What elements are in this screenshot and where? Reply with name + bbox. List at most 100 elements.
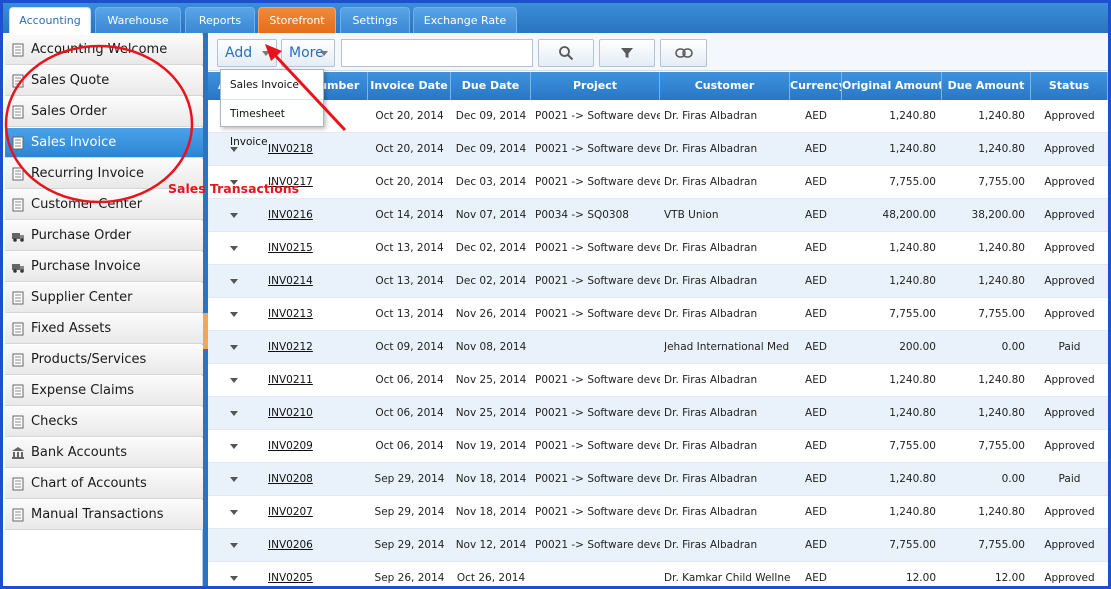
table-row[interactable]: INV0216 Oct 14, 2014 Nov 07, 2014 P0034 -> … <box>208 199 1108 232</box>
expand-row-icon[interactable] <box>230 279 238 284</box>
expand-row-icon[interactable] <box>230 477 238 482</box>
cell-invoice-number[interactable]: INV0216 <box>268 199 338 232</box>
sidebar-item-label: Products/Services <box>31 352 147 367</box>
sidebar-item-bank-accounts[interactable]: Bank Accounts <box>5 438 203 468</box>
table-row[interactable]: INV0209 Oct 06, 2014 Nov 19, 2014 P0021 -> … <box>208 430 1108 463</box>
order-icon <box>11 105 25 119</box>
cell-invoice-number[interactable]: INV0213 <box>268 298 338 331</box>
tab-storefront[interactable]: Storefront <box>258 7 336 33</box>
table-row[interactable]: INV0207 Sep 29, 2014 Nov 18, 2014 P0021 -> … <box>208 496 1108 529</box>
expand-row-icon[interactable] <box>230 411 238 416</box>
column-header-currency[interactable]: Currency <box>790 72 842 100</box>
sidebar-item-sales-quote[interactable]: Sales Quote <box>5 66 203 96</box>
expand-row-icon[interactable] <box>230 444 238 449</box>
cell-invoice-number[interactable]: INV0218 <box>268 133 338 166</box>
cell-invoice-number[interactable]: INV0208 <box>268 463 338 496</box>
table-row[interactable]: INV0210 Oct 06, 2014 Nov 25, 2014 P0021 -> … <box>208 397 1108 430</box>
cell-due-amount: 1,240.80 <box>978 506 1025 518</box>
cell-invoice-number[interactable]: INV0205 <box>268 562 338 586</box>
table-row[interactable]: INV0212 Oct 09, 2014 Nov 08, 2014 Jehad Int… <box>208 331 1108 364</box>
cell-status: Approved <box>1044 407 1095 419</box>
cell-invoice-number[interactable]: INV0212 <box>268 331 338 364</box>
column-header-original-amount[interactable]: Original Amount <box>842 72 942 100</box>
cell-invoice-date: Sep 29, 2014 <box>374 473 445 485</box>
cell-invoice-number[interactable]: INV0214 <box>268 265 338 298</box>
annotation-label: Sales Transactions <box>168 181 300 196</box>
expand-row-icon[interactable] <box>230 378 238 383</box>
tab-warehouse[interactable]: Warehouse <box>95 7 181 33</box>
table-row[interactable]: INV0219Oct 20, 2014Dec 09, 2014P0021 -> … <box>208 100 1108 133</box>
sidebar-item-purchase-invoice[interactable]: Purchase Invoice <box>5 252 203 282</box>
expand-row-icon[interactable] <box>230 576 238 581</box>
add-button[interactable]: Add <box>217 39 277 67</box>
manual-transactions-icon <box>11 508 25 522</box>
cell-due-date: Dec 02, 2014 <box>455 275 527 287</box>
cell-due-amount: 1,240.80 <box>978 407 1025 419</box>
column-header-due-date[interactable]: Due Date <box>451 72 531 100</box>
filter-button[interactable] <box>599 39 655 67</box>
table-row[interactable]: INV0217 Oct 20, 2014 Dec 03, 2014 P0021 -> … <box>208 166 1108 199</box>
search-button[interactable] <box>538 39 594 67</box>
tab-accounting[interactable]: Accounting <box>9 7 91 33</box>
expand-row-icon[interactable] <box>230 312 238 317</box>
expand-row-icon[interactable] <box>230 246 238 251</box>
cell-due-amount: 1,240.80 <box>978 143 1025 155</box>
sidebar-item-purchase-order[interactable]: Purchase Order <box>5 221 203 251</box>
cell-invoice-date: Oct 09, 2014 <box>375 341 444 353</box>
expand-row-icon[interactable] <box>230 543 238 548</box>
expand-row-icon[interactable] <box>230 213 238 218</box>
cell-invoice-number[interactable]: INV0207 <box>268 496 338 529</box>
customer-center-icon <box>11 198 25 212</box>
expand-row-icon[interactable] <box>230 510 238 515</box>
table-row[interactable]: INV0205 Sep 26, 2014 Oct 26, 2014 Dr. Kamka… <box>208 562 1108 586</box>
expand-row-icon[interactable] <box>230 345 238 350</box>
cell-customer: Dr. Firas Albadran <box>664 506 758 518</box>
sidebar-item-products-services[interactable]: Products/Services <box>5 345 203 375</box>
cell-currency: AED <box>805 539 827 551</box>
table-row[interactable]: INV0218 Oct 20, 2014 Dec 09, 2014 P0021 -> … <box>208 133 1108 166</box>
cell-invoice-number[interactable]: INV0215 <box>268 232 338 265</box>
more-button[interactable]: More <box>281 39 335 67</box>
cell-due-amount: 12.00 <box>994 572 1025 584</box>
cell-original-amount: 200.00 <box>899 341 936 353</box>
column-header-project[interactable]: Project <box>531 72 660 100</box>
sidebar-item-accounting-welcome[interactable]: Accounting Welcome <box>5 35 203 65</box>
column-header-customer[interactable]: Customer <box>660 72 790 100</box>
cell-due-date: Nov 08, 2014 <box>455 341 527 353</box>
table-row[interactable]: INV0208 Sep 29, 2014 Nov 18, 2014 P0021 -> … <box>208 463 1108 496</box>
table-row[interactable]: INV0206 Sep 29, 2014 Nov 12, 2014 P0021 -> … <box>208 529 1108 562</box>
search-input[interactable] <box>341 39 533 67</box>
tab-settings[interactable]: Settings <box>340 7 410 33</box>
cell-currency: AED <box>805 143 827 155</box>
table-row[interactable]: INV0211 Oct 06, 2014 Nov 25, 2014 P0021 -> … <box>208 364 1108 397</box>
sidebar-item-fixed-assets[interactable]: Fixed Assets <box>5 314 203 344</box>
cell-invoice-number[interactable]: INV0211 <box>268 364 338 397</box>
sidebar-item-supplier-center[interactable]: Supplier Center <box>5 283 203 313</box>
sidebar-item-expense-claims[interactable]: Expense Claims <box>5 376 203 406</box>
cell-invoice-date: Oct 20, 2014 <box>375 110 444 122</box>
toolbar: Add More <box>208 33 1108 71</box>
sidebar-item-manual-transactions[interactable]: Manual Transactions <box>5 500 203 530</box>
clear-filter-button[interactable] <box>660 39 707 67</box>
cell-invoice-date: Sep 29, 2014 <box>374 539 445 551</box>
cell-currency: AED <box>805 440 827 452</box>
column-header-invoice-date[interactable]: Invoice Date <box>368 72 451 100</box>
table-row[interactable]: INV0213 Oct 13, 2014 Nov 26, 2014 P0021 -> … <box>208 298 1108 331</box>
tab-exchange-rate[interactable]: Exchange Rate <box>413 7 517 33</box>
sidebar-item-label: Manual Transactions <box>31 507 164 522</box>
menu-item-timesheet-invoice[interactable]: Timesheet Invoice <box>221 99 323 148</box>
cell-invoice-number[interactable]: INV0209 <box>268 430 338 463</box>
cell-invoice-number[interactable]: INV0210 <box>268 397 338 430</box>
menu-item-sales-invoice[interactable]: Sales Invoice <box>221 71 323 99</box>
sidebar-item-chart-of-accounts[interactable]: Chart of Accounts <box>5 469 203 499</box>
cell-invoice-number[interactable]: INV0206 <box>268 529 338 562</box>
sidebar-item-sales-invoice[interactable]: Sales Invoice <box>5 128 203 158</box>
tab-reports[interactable]: Reports <box>185 7 255 33</box>
table-row[interactable]: INV0215 Oct 13, 2014 Dec 02, 2014 P0021 -> … <box>208 232 1108 265</box>
sidebar-item-checks[interactable]: Checks <box>5 407 203 437</box>
column-header-due-amount[interactable]: Due Amount <box>942 72 1031 100</box>
table-row[interactable]: INV0214 Oct 13, 2014 Dec 02, 2014 P0021 -> … <box>208 265 1108 298</box>
column-header-status[interactable]: Status <box>1031 72 1108 100</box>
cell-project: P0021 -> Software development <box>535 308 660 320</box>
sidebar-item-sales-order[interactable]: Sales Order <box>5 97 203 127</box>
